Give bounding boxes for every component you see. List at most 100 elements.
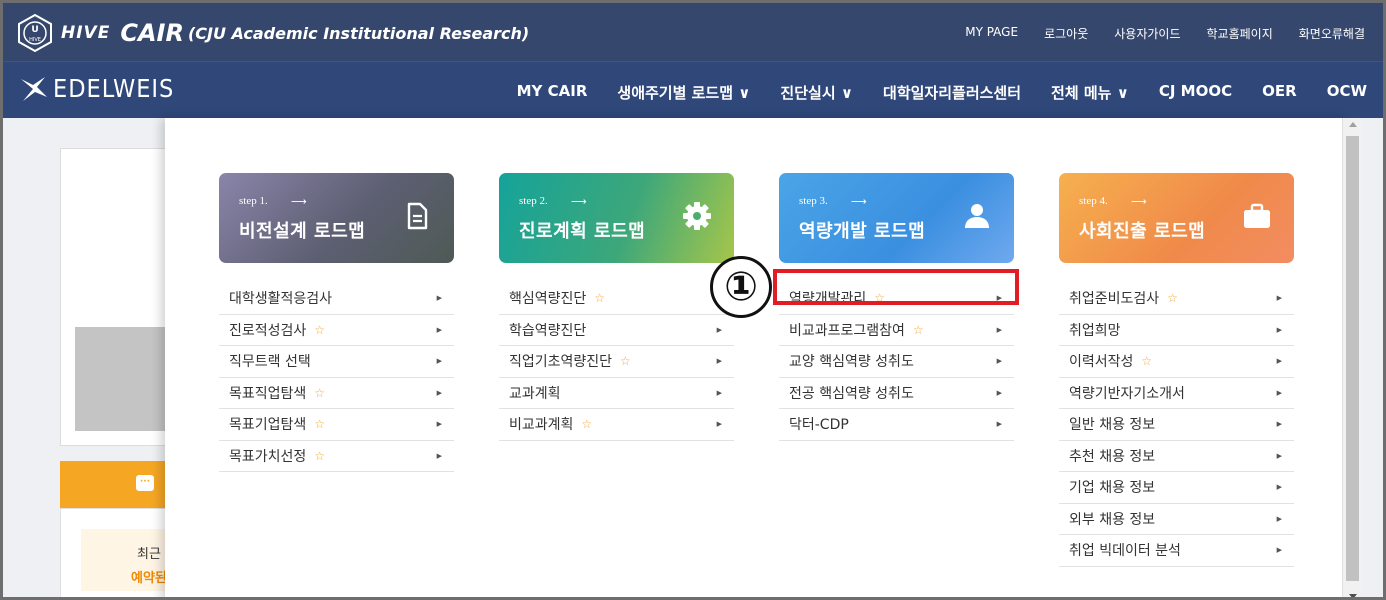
step-label: step 3. bbox=[799, 195, 828, 207]
roadmap-card-employment[interactable]: step 4. ⟶ 사회진출 로드맵 bbox=[1059, 173, 1294, 263]
list-item[interactable]: 취업희망 ▶ bbox=[1059, 315, 1294, 346]
star-icon: ☆ bbox=[874, 291, 886, 306]
star-icon: ☆ bbox=[1141, 354, 1153, 369]
caret-right-icon: ▶ bbox=[1276, 451, 1282, 460]
document-icon bbox=[407, 202, 428, 230]
list-item[interactable]: 핵심역량진단☆▶ bbox=[499, 283, 734, 315]
list-item[interactable]: 취업준비도검사 ☆ ▶ bbox=[1059, 283, 1294, 315]
list-item[interactable]: 이력서작성 ☆ ▶ bbox=[1059, 346, 1294, 378]
list-item[interactable]: 교양 핵심역량 성취도 ▶ bbox=[779, 346, 1014, 378]
list-item[interactable]: 닥터-CDP ▶ bbox=[779, 409, 1014, 441]
roadmap-list-vision: 대학생활적응검사 ▶ 진로적성검사 ☆ ▶ 직무트랙 선택 ▶ 목표직업탐색 ☆ ▶ 목표기… bbox=[219, 283, 454, 472]
scroll-down-arrow-icon[interactable] bbox=[1349, 594, 1357, 597]
main-navbar: EDELWEIS MY CAIR 생애주기별 로드맵 ∨ 진단실시 ∨ 대학일자… bbox=[3, 61, 1383, 118]
list-item[interactable]: 목표직업탐색 ☆ ▶ bbox=[219, 378, 454, 409]
list-item[interactable]: 역량기반자기소개서 ▶ bbox=[1059, 378, 1294, 409]
link-school-homepage[interactable]: 학교홈페이지 bbox=[1207, 25, 1273, 42]
list-item[interactable]: 외부 채용 정보 ▶ bbox=[1059, 504, 1294, 535]
link-logout[interactable]: 로그아웃 bbox=[1044, 25, 1088, 42]
browser-frame: U HIVE HIVE CAIR (CJU Academic Instituti… bbox=[0, 0, 1386, 600]
hive-logo-icon: U HIVE bbox=[18, 13, 52, 53]
item-label: 닥터-CDP bbox=[789, 417, 849, 434]
roadmap-column-career: step 2. ⟶ 진로계획 로드맵 핵심역량진단 ☆ 학습역량진단 ▶ 직업기… bbox=[499, 173, 734, 441]
background-orange-banner: ··· bbox=[60, 461, 180, 508]
nav-all-menu[interactable]: 전체 메뉴 ∨ bbox=[1051, 82, 1129, 103]
list-item[interactable]: 학습역량진단 ▶ bbox=[499, 315, 734, 346]
item-label: 목표기업탐색 bbox=[229, 417, 307, 434]
item-label: 교양 핵심역량 성취도 bbox=[789, 354, 914, 371]
roadmap-column-competency: step 3. ⟶ 역량개발 로드맵 역량개발관리 ☆ ▶ 비교과프로그램참여 ☆ ▶ … bbox=[779, 173, 1014, 441]
nav-ocw[interactable]: OCW bbox=[1327, 82, 1367, 103]
list-item[interactable]: 목표기업탐색 ☆ ▶ bbox=[219, 409, 454, 441]
caret-right-icon: ▶ bbox=[436, 388, 442, 397]
star-icon: ☆ bbox=[1167, 291, 1178, 306]
list-item[interactable]: 진로적성검사 ☆ ▶ bbox=[219, 315, 454, 346]
nav-oer[interactable]: OER bbox=[1262, 82, 1297, 103]
briefcase-icon bbox=[1244, 203, 1270, 228]
roadmap-card-vision[interactable]: step 1. ⟶ 비전설계 로드맵 bbox=[219, 173, 454, 263]
nav-job-plus-center[interactable]: 대학일자리플러스센터 bbox=[883, 82, 1021, 103]
chat-icon: ··· bbox=[136, 475, 154, 491]
list-item[interactable]: 대학생활적응검사 ▶ bbox=[219, 283, 454, 315]
item-label: 이력서작성 bbox=[1069, 354, 1134, 371]
list-item[interactable]: 목표가치선정 ☆ ▶ bbox=[219, 441, 454, 472]
list-item[interactable]: 기업 채용 정보 ▶ bbox=[1059, 472, 1294, 504]
nav-lifecycle-roadmap[interactable]: 생애주기별 로드맵 ∨ bbox=[617, 82, 750, 103]
link-user-guide[interactable]: 사용자가이드 bbox=[1114, 25, 1180, 42]
caret-right-icon: ▶ bbox=[1276, 294, 1282, 303]
caret-right-icon: ▶ bbox=[716, 388, 722, 397]
brand[interactable]: U HIVE HIVE CAIR (CJU Academic Instituti… bbox=[15, 13, 529, 53]
list-item[interactable]: 추천 채용 정보 ▶ bbox=[1059, 441, 1294, 472]
roadmap-title: 역량개발 로드맵 bbox=[799, 221, 926, 242]
nav-diagnosis[interactable]: 진단실시 ∨ bbox=[780, 82, 853, 103]
list-item[interactable]: 취업 빅데이터 분석 ▶ bbox=[1059, 535, 1294, 567]
list-item[interactable]: 전공 핵심역량 성취도 ▶ bbox=[779, 378, 1014, 409]
lifecycle-roadmap-dropdown: step 1. ⟶ 비전설계 로드맵 대학생활적응검사 ▶ 진로적성검사 ☆ ▶ 직무… bbox=[165, 118, 1348, 597]
roadmap-list-career: 핵심역량진단 ☆ ▶ 학습역량진단 ▶ 직업기초역량진단 ☆ ▶ 교과계획 ▶ 비교과계획 ☆… bbox=[499, 283, 734, 441]
arrow-icon: ⟶ bbox=[1131, 195, 1147, 208]
nav-my-cair[interactable]: MY CAIR bbox=[517, 82, 588, 103]
roadmap-card-career[interactable]: step 2. ⟶ 진로계획 로드맵 bbox=[499, 173, 734, 263]
user-icon bbox=[965, 204, 989, 228]
step-label: step 1. bbox=[239, 195, 268, 207]
scroll-up-arrow-icon[interactable] bbox=[1349, 122, 1357, 127]
edelweis-logo[interactable]: EDELWEIS bbox=[19, 74, 174, 103]
item-label: 취업준비도검사 bbox=[1069, 291, 1160, 308]
list-item[interactable]: 직무트랙 선택 ▶ bbox=[219, 346, 454, 378]
caret-right-icon: ▶ bbox=[996, 294, 1002, 303]
roadmap-card-competency[interactable]: step 3. ⟶ 역량개발 로드맵 bbox=[779, 173, 1014, 263]
item-label: 핵심역량진단 bbox=[509, 291, 587, 308]
list-item[interactable]: 일반 채용 정보 ▶ bbox=[1059, 409, 1294, 441]
edelweis-star-icon bbox=[21, 76, 47, 101]
star-icon: ☆ bbox=[314, 322, 326, 337]
caret-right-icon: ▶ bbox=[436, 420, 442, 429]
roadmap-title: 진로계획 로드맵 bbox=[519, 221, 646, 242]
caret-right-icon: ▶ bbox=[716, 420, 722, 429]
step-marker: ① bbox=[710, 256, 772, 318]
roadmap-column-employment: step 4. ⟶ 사회진출 로드맵 취업준비도검사 ☆ ▶ 취업희망 ▶ 이력서작성… bbox=[1059, 173, 1294, 567]
arrow-icon: ⟶ bbox=[291, 195, 307, 208]
caret-right-icon: ▶ bbox=[716, 325, 722, 334]
item-label: 추천 채용 정보 bbox=[1069, 448, 1156, 465]
star-icon: ☆ bbox=[620, 354, 631, 369]
top-header: U HIVE HIVE CAIR (CJU Academic Instituti… bbox=[3, 3, 1383, 61]
item-label: 직무트랙 선택 bbox=[229, 354, 311, 371]
link-my-page[interactable]: MY PAGE bbox=[965, 25, 1018, 42]
scrollbar-thumb[interactable] bbox=[1346, 136, 1359, 581]
caret-right-icon: ▶ bbox=[436, 451, 442, 460]
nav-cj-mooc[interactable]: CJ MOOC bbox=[1159, 82, 1232, 103]
link-screen-error-fix[interactable]: 화면오류해결 bbox=[1299, 25, 1365, 42]
arrow-icon: ⟶ bbox=[851, 195, 867, 208]
item-label: 일반 채용 정보 bbox=[1069, 417, 1156, 434]
list-item[interactable]: 비교과계획 ☆ ▶ bbox=[499, 409, 734, 441]
gear-icon bbox=[683, 202, 711, 230]
caret-right-icon: ▶ bbox=[716, 357, 722, 366]
vertical-scrollbar[interactable] bbox=[1342, 118, 1362, 597]
caret-right-icon: ▶ bbox=[996, 325, 1002, 334]
list-item[interactable]: 직업기초역량진단 ☆ ▶ bbox=[499, 346, 734, 378]
utility-links: MY PAGE 로그아웃 사용자가이드 학교홈페이지 화면오류해결 bbox=[965, 25, 1365, 42]
list-item[interactable]: 역량개발관리 ☆ ▶ bbox=[779, 283, 1014, 315]
star-icon: ☆ bbox=[912, 322, 924, 337]
list-item[interactable]: 비교과프로그램참여 ☆ ▶ bbox=[779, 315, 1014, 346]
list-item[interactable]: 교과계획 ▶ bbox=[499, 378, 734, 409]
